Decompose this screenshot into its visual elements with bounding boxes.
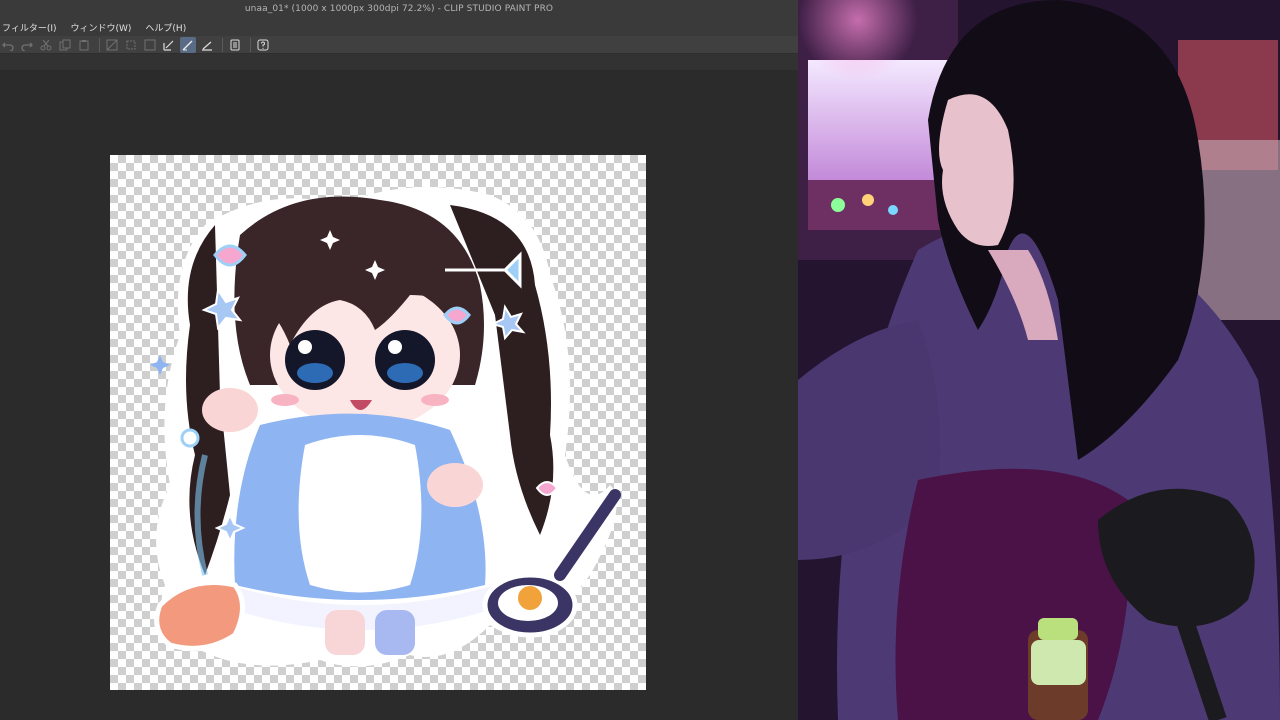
undo-icon[interactable] — [0, 37, 16, 53]
toolbar-divider — [222, 37, 223, 52]
redo-icon[interactable] — [19, 37, 35, 53]
toolbar-divider — [250, 37, 251, 52]
copy-icon[interactable] — [57, 37, 73, 53]
menu-help[interactable]: ヘルプ(H) — [145, 21, 186, 34]
clip-studio-window: unaa_01* (1000 x 1000px 300dpi 72.2%) - … — [0, 0, 798, 720]
pen-active-icon[interactable] — [180, 36, 196, 53]
help-icon[interactable] — [255, 37, 271, 53]
menu-bar: フィルター(I) ウィンドウ(W) ヘルプ(H) — [0, 18, 798, 36]
streamer-camera-image — [798, 0, 1280, 720]
toolbar-divider — [99, 37, 100, 52]
layer-icon[interactable] — [227, 37, 243, 53]
ruler-icon[interactable] — [199, 37, 215, 53]
webcam-feed — [798, 0, 1280, 720]
command-bar — [0, 36, 798, 54]
transform-icon[interactable] — [123, 37, 139, 53]
pen-icon[interactable] — [161, 37, 177, 53]
fill-icon[interactable] — [142, 37, 158, 53]
menu-window[interactable]: ウィンドウ(W) — [71, 21, 132, 34]
tool-property-bar — [0, 54, 798, 70]
drawing-canvas[interactable] — [110, 155, 646, 690]
window-title: unaa_01* (1000 x 1000px 300dpi 72.2%) - … — [244, 4, 554, 14]
paste-icon[interactable] — [76, 37, 92, 53]
chibi-illustration — [150, 187, 621, 667]
cut-icon[interactable] — [38, 37, 54, 53]
title-bar: unaa_01* (1000 x 1000px 300dpi 72.2%) - … — [0, 0, 798, 18]
menu-filter[interactable]: フィルター(I) — [2, 21, 57, 34]
clear-icon[interactable] — [104, 37, 120, 53]
